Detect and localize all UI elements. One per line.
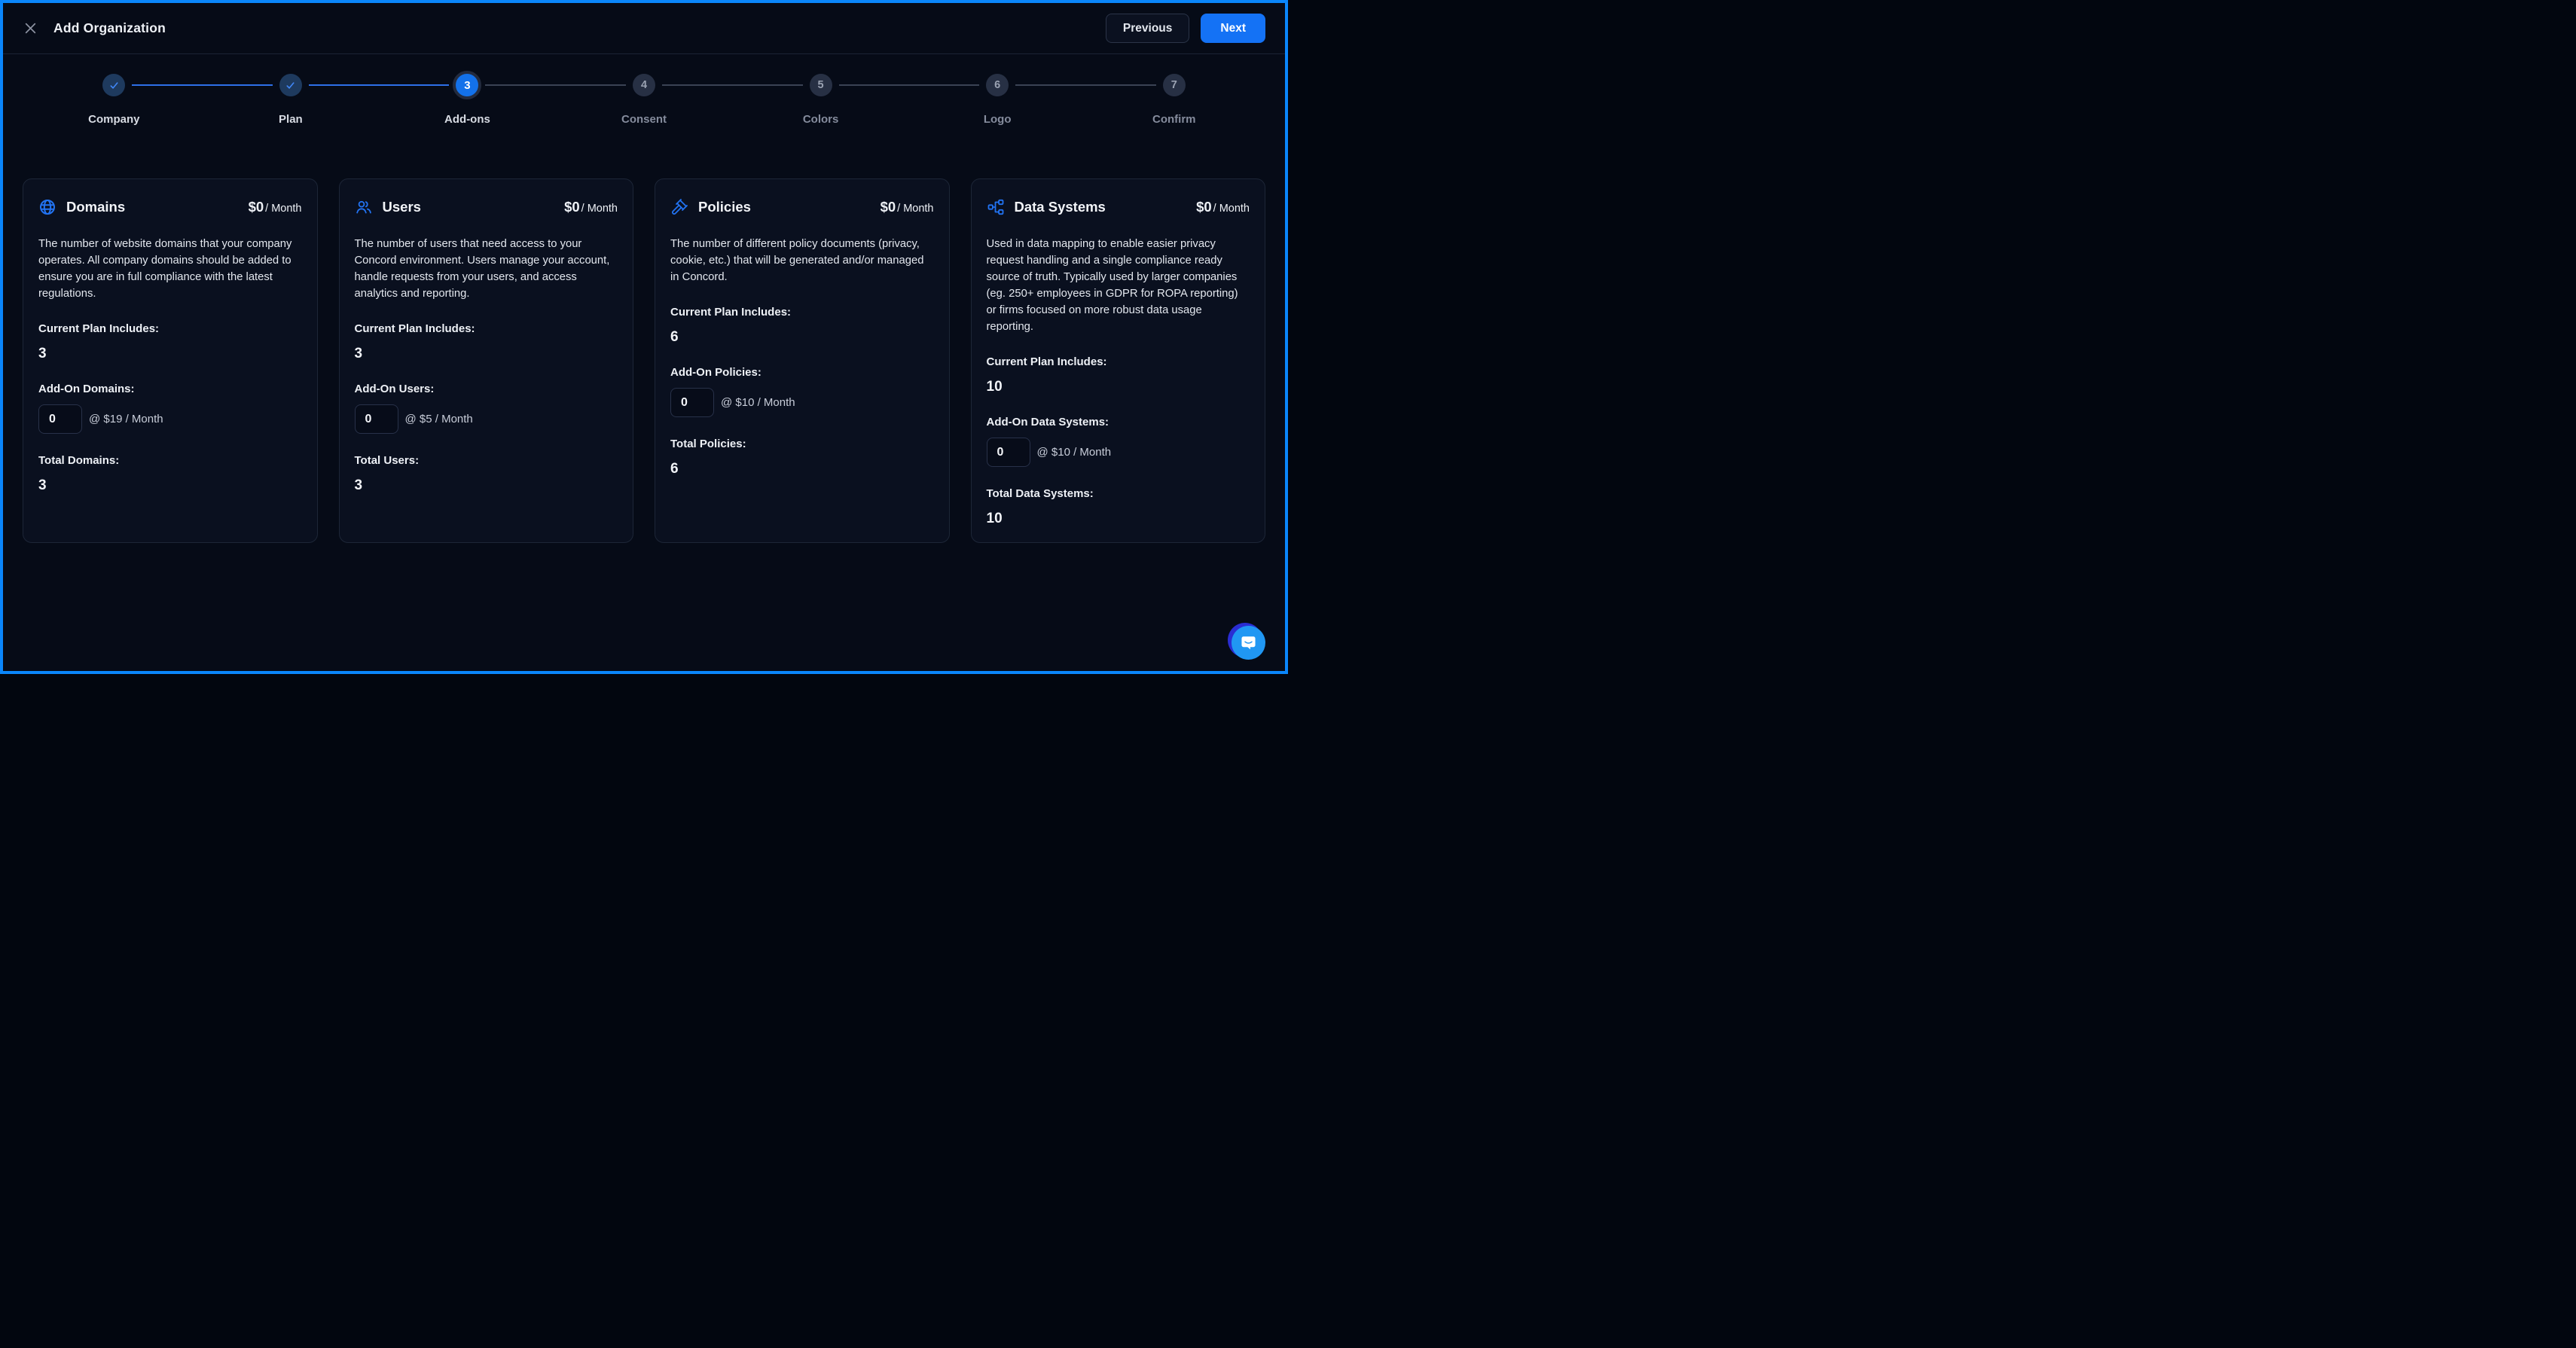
addon-row: @ $5 / Month [355, 404, 618, 434]
data-systems-icon [987, 198, 1005, 216]
addon-label: Add-On Users: [355, 383, 618, 395]
total-value: 6 [670, 461, 934, 477]
step-company[interactable]: Company [26, 71, 203, 126]
step-confirm[interactable]: 7 Confirm [1085, 71, 1262, 126]
addon-cards: Domains $0 / Month The number of website… [3, 178, 1285, 543]
add-organization-modal: Add Organization Previous Next Company P… [0, 0, 1288, 674]
addon-rate: @ $19 / Month [89, 413, 163, 425]
addon-card-policies: Policies $0 / Month The number of differ… [655, 178, 950, 543]
addon-rate: @ $5 / Month [405, 413, 473, 425]
step-logo[interactable]: 6 Logo [909, 71, 1086, 126]
current-plan-value: 3 [38, 346, 302, 362]
current-plan-label: Current Plan Includes: [987, 355, 1250, 368]
next-button[interactable]: Next [1201, 14, 1265, 44]
card-title: Data Systems [1015, 199, 1106, 215]
addon-card-data-systems: Data Systems $0 / Month Used in data map… [971, 178, 1266, 543]
current-plan-label: Current Plan Includes: [355, 322, 618, 335]
card-description: The number of website domains that your … [38, 236, 302, 302]
addon-row: @ $10 / Month [987, 438, 1250, 467]
globe-icon [38, 198, 56, 216]
card-title: Policies [698, 199, 751, 215]
step-label: Logo [984, 113, 1012, 126]
card-price: $0 / Month [564, 199, 618, 215]
addon-quantity-input[interactable] [38, 404, 82, 434]
step-label: Company [88, 113, 139, 126]
wizard-stepper: Company Plan 3 Add-ons 4 Consent 5 Color… [3, 71, 1285, 126]
card-header: Users $0 / Month [355, 198, 618, 216]
card-header: Policies $0 / Month [670, 198, 934, 216]
header-actions: Previous Next [1106, 14, 1265, 44]
addon-quantity-input[interactable] [987, 438, 1030, 467]
gavel-icon [670, 198, 688, 216]
step-number: 5 [810, 74, 832, 96]
step-label: Add-ons [444, 113, 490, 126]
current-plan-label: Current Plan Includes: [38, 322, 302, 335]
page-title: Add Organization [53, 20, 166, 36]
check-icon [102, 74, 125, 96]
card-title: Users [383, 199, 421, 215]
current-plan-label: Current Plan Includes: [670, 306, 934, 319]
chat-bubble-icon [1232, 626, 1265, 660]
step-label: Colors [803, 113, 839, 126]
total-label: Total Data Systems: [987, 487, 1250, 500]
card-title: Domains [66, 199, 125, 215]
card-price: $0 / Month [249, 199, 302, 215]
card-price: $0 / Month [881, 199, 934, 215]
step-number: 3 [453, 71, 481, 99]
step-add-ons[interactable]: 3 Add-ons [379, 71, 556, 126]
check-icon [279, 74, 302, 96]
card-header: Domains $0 / Month [38, 198, 302, 216]
addon-rate: @ $10 / Month [721, 396, 795, 409]
card-description: The number of users that need access to … [355, 236, 618, 302]
step-label: Consent [621, 113, 667, 126]
addon-quantity-input[interactable] [670, 388, 714, 417]
step-label: Confirm [1152, 113, 1196, 126]
step-consent[interactable]: 4 Consent [556, 71, 733, 126]
total-value: 3 [355, 477, 618, 494]
step-plan[interactable]: Plan [203, 71, 380, 126]
addon-label: Add-On Data Systems: [987, 416, 1250, 428]
addon-row: @ $19 / Month [38, 404, 302, 434]
step-number: 4 [633, 74, 655, 96]
step-colors[interactable]: 5 Colors [732, 71, 909, 126]
step-number: 7 [1163, 74, 1186, 96]
users-icon [355, 198, 373, 216]
card-price: $0 / Month [1196, 199, 1250, 215]
card-description: The number of different policy documents… [670, 236, 934, 285]
addon-rate: @ $10 / Month [1037, 446, 1112, 459]
addon-label: Add-On Domains: [38, 383, 302, 395]
total-value: 10 [987, 511, 1250, 527]
chat-launcher-button[interactable] [1228, 622, 1265, 660]
current-plan-value: 10 [987, 379, 1250, 395]
card-description: Used in data mapping to enable easier pr… [987, 236, 1250, 335]
current-plan-value: 6 [670, 329, 934, 346]
addon-card-domains: Domains $0 / Month The number of website… [23, 178, 318, 543]
total-label: Total Users: [355, 454, 618, 467]
step-label: Plan [279, 113, 303, 126]
previous-button[interactable]: Previous [1106, 14, 1189, 44]
addon-row: @ $10 / Month [670, 388, 934, 417]
current-plan-value: 3 [355, 346, 618, 362]
modal-header: Add Organization Previous Next [3, 3, 1285, 54]
close-icon[interactable] [23, 20, 38, 36]
total-label: Total Domains: [38, 454, 302, 467]
total-label: Total Policies: [670, 438, 934, 450]
addon-card-users: Users $0 / Month The number of users tha… [339, 178, 634, 543]
step-number: 6 [986, 74, 1009, 96]
total-value: 3 [38, 477, 302, 494]
addon-quantity-input[interactable] [355, 404, 398, 434]
card-header: Data Systems $0 / Month [987, 198, 1250, 216]
addon-label: Add-On Policies: [670, 366, 934, 379]
